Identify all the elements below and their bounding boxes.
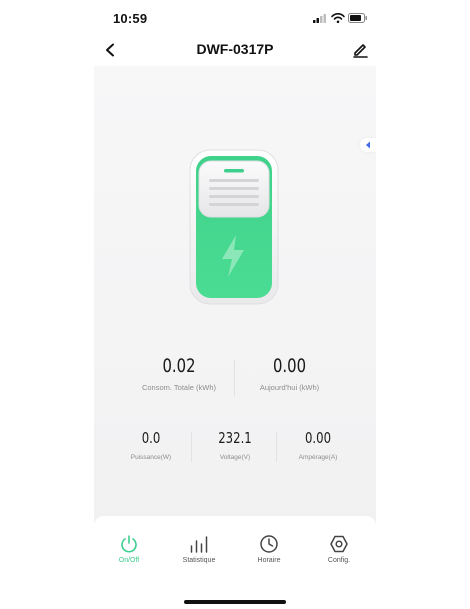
today-consumption-stat: 0.00 Aujourd'hui (kWh) [232,354,347,392]
page-title: DWF-0317P [196,41,274,57]
caret-left-icon [366,141,370,149]
stat-label: Voltage(V) [219,454,251,461]
stat-label: Ampérage(A) [298,454,338,461]
power-switch[interactable] [189,149,279,305]
tab-statistique[interactable]: Statistique [171,534,227,574]
total-consumption-stat: 0.02 Consom. Totale (kWh) [120,354,238,392]
chevron-left-icon [106,43,114,57]
stat-value: 0.00 [272,355,307,377]
status-bar: 10:59 [0,0,470,34]
tab-label: Config. [327,557,351,564]
battery-icon [348,13,367,23]
power-icon [121,535,137,553]
side-panel-handle[interactable] [360,138,376,152]
stat-value: 0.00 [304,429,332,447]
plug-device-illustration [189,149,279,305]
stat-value: 0.0 [141,429,161,447]
hexagon-settings-icon [330,535,348,553]
divider [276,432,277,462]
tab-label: Statistique [182,557,216,564]
tab-config[interactable]: Config. [311,534,367,574]
stat-value: 0.02 [162,355,196,377]
divider [191,432,192,462]
back-button[interactable] [100,40,120,60]
tab-horaire[interactable]: Horaire [241,534,297,574]
clock-icon [260,535,278,553]
stat-value: 232.1 [218,429,252,447]
stat-label: Aujourd'hui (kWh) [259,383,320,392]
power-stat: 0.0 Puissance(W) [118,428,184,461]
status-time: 10:59 [113,11,148,26]
signal-icon [313,14,326,23]
bottom-tab-bar: On/Off Statistique Horaire Config. [94,516,376,609]
stat-label: Consom. Totale (kWh) [141,383,217,392]
tab-label: On/Off [118,557,140,564]
pencil-icon [353,44,368,58]
home-indicator[interactable] [184,600,286,604]
wifi-icon [331,12,345,24]
energy-stats-row: 0.02 Consom. Totale (kWh) 0.00 Aujourd'h… [94,354,376,404]
status-icons [313,12,367,24]
bar-chart-icon [190,536,208,553]
main-content: 0.02 Consom. Totale (kWh) 0.00 Aujourd'h… [94,66,376,609]
phone-screen: 10:59 DWF-0317P 0.02 Consom. Totale (kWh… [0,0,470,609]
stat-label: Puissance(W) [130,454,172,461]
tab-on-off[interactable]: On/Off [101,534,157,574]
navigation-bar: DWF-0317P [94,34,376,66]
tab-label: Horaire [257,557,281,564]
current-stat: 0.00 Ampérage(A) [285,428,351,461]
edit-button[interactable] [350,40,370,60]
voltage-stat: 232.1 Voltage(V) [202,428,268,461]
